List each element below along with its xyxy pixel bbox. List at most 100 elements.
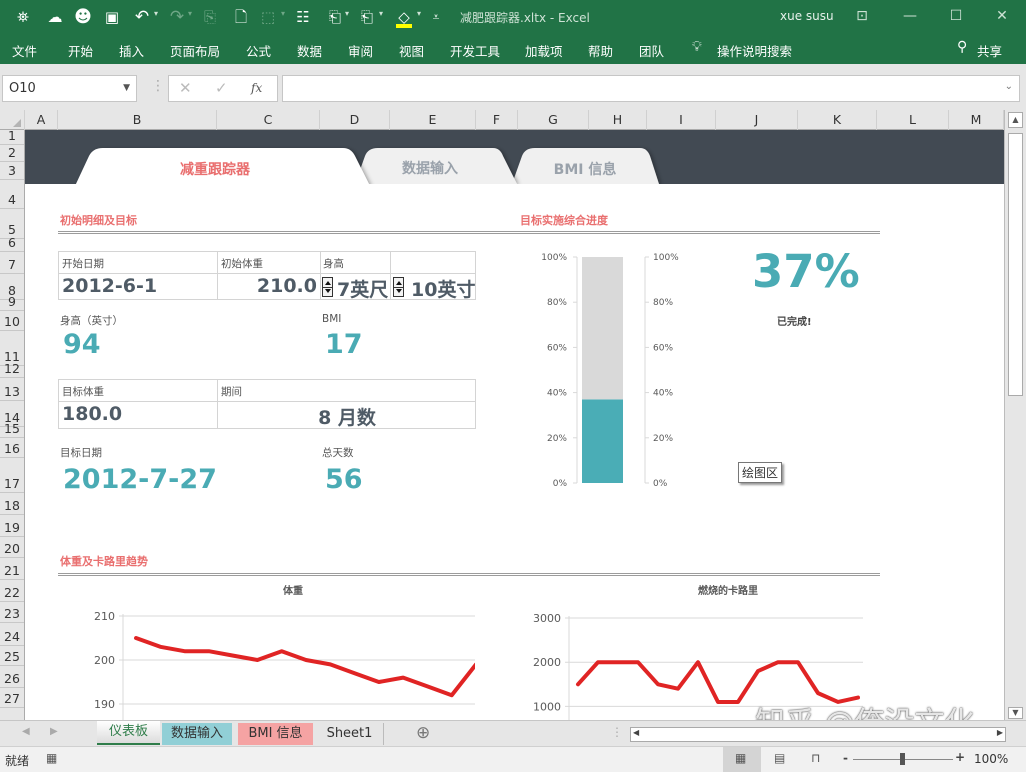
zoom-in-button[interactable]: + [955,750,965,764]
column-header-h[interactable]: H [589,110,647,130]
vertical-scrollbar[interactable]: ▲ ▼ [1004,110,1026,720]
undo-dropdown-icon[interactable]: ▾ [154,9,158,18]
scroll-right-icon[interactable]: ▶ [997,728,1003,737]
share-button[interactable]: 共享 [977,41,1002,60]
row-header-21[interactable]: 21 [0,558,24,580]
grip-icon[interactable]: ⋮ [151,78,165,94]
start-date-value[interactable]: 2012-6-1 [62,275,157,297]
minimize-button[interactable]: — [895,5,925,27]
column-header-c[interactable]: C [217,110,320,130]
row-header-23[interactable]: 23 [0,602,24,623]
tab-file[interactable]: 文件 [12,41,37,60]
customize-quick-access-icon[interactable]: ⩡ [425,6,447,28]
column-header-g[interactable]: G [518,110,589,130]
dashboard-tab-bmi[interactable]: BMI 信息 [530,159,640,179]
add-sheet-icon[interactable]: ⊕ [416,723,430,743]
zoom-level[interactable]: 100% [974,752,1008,766]
maximize-button[interactable]: ☐ [941,5,971,27]
copy-disabled-icon[interactable]: ⎘ [199,6,221,28]
row-header-27[interactable]: 27 [0,688,24,708]
sheet-tab-dashboard[interactable]: 仪表板 [97,721,160,745]
row-header-18[interactable]: 18 [0,493,24,515]
row-header-17[interactable]: 17 [0,458,24,493]
tell-me-search[interactable]: 操作说明搜索 [717,41,792,60]
column-header-b[interactable]: B [58,110,217,130]
shape-dropdown-icon[interactable]: ▾ [281,9,285,18]
row-header-26[interactable]: 26 [0,666,24,688]
splitter-grip-icon[interactable]: ⋮ [611,725,623,739]
fill-color-icon[interactable]: ◇ [393,6,415,28]
undo-icon[interactable]: ↶ [131,6,153,28]
vertical-scroll-thumb[interactable] [1008,133,1023,396]
row-header-19[interactable]: 19 [0,515,24,537]
tab-developer[interactable]: 开发工具 [450,41,500,60]
row-header-3[interactable]: 3 [0,162,24,180]
tab-add-ins[interactable]: 加载项 [525,41,563,60]
dashboard-tab-data-entry[interactable]: 数据输入 [380,158,480,178]
name-box[interactable]: O10 ▼ [2,75,137,102]
column-header-i[interactable]: I [647,110,716,130]
shape-disabled-icon[interactable]: ⬚ [257,6,279,28]
redo-icon[interactable]: ↷ [166,6,188,28]
row-header-1[interactable]: 1 [0,130,24,145]
form-icon[interactable]: ☷ [292,6,314,28]
fill-color-dropdown-icon[interactable]: ▾ [417,9,421,18]
close-button[interactable]: ✕ [987,5,1017,27]
macro-record-icon[interactable]: ▦ [46,751,57,765]
row-header-4[interactable]: 4 [0,180,24,209]
row-header-2[interactable]: 2 [0,145,24,162]
weight-chart[interactable]: 体重 190 200 210 [55,580,475,720]
sheet-tab-data-entry[interactable]: 数据输入 [162,723,232,745]
sheet-tab-bmi[interactable]: BMI 信息 [238,723,313,745]
column-header-d[interactable]: D [320,110,390,130]
page-layout-view-icon[interactable]: ▤ [774,751,785,765]
start-weight-value[interactable]: 210.0 [229,275,317,297]
insert-function-icon[interactable]: fx [251,81,262,95]
tab-team[interactable]: 团队 [639,41,664,60]
redo-dropdown-icon[interactable]: ▾ [188,9,192,18]
height-feet-spinner[interactable] [322,277,333,297]
goal-weight-value[interactable]: 180.0 [62,403,122,425]
zoom-slider-thumb[interactable] [900,753,905,765]
cancel-icon[interactable]: ✕ [179,79,192,97]
select-all-corner[interactable] [0,110,25,130]
paste-special-icon[interactable]: ⎗ [356,6,378,28]
paste-icon[interactable]: ⎗ [324,6,346,28]
column-header-m[interactable]: M [949,110,1004,130]
column-header-k[interactable]: K [798,110,877,130]
row-header-15[interactable]: 15 [0,421,24,438]
column-header-a[interactable]: A [25,110,58,130]
formula-input[interactable]: ⌄ [282,75,1020,102]
row-header-9[interactable]: 9 [0,294,24,311]
user-name[interactable]: xue susu [780,9,834,23]
row-header-12[interactable]: 12 [0,361,24,378]
tab-help[interactable]: 帮助 [588,41,613,60]
row-header-6[interactable]: 6 [0,235,24,252]
tab-insert[interactable]: 插入 [119,41,144,60]
scroll-left-icon[interactable]: ◀ [633,728,639,737]
save-icon[interactable]: ▣ [101,6,123,28]
touch-mode-icon[interactable]: ⛯ [12,6,34,28]
tab-formulas[interactable]: 公式 [246,41,271,60]
row-header-7[interactable]: 7 [0,252,24,274]
column-header-f[interactable]: F [476,110,518,130]
period-value[interactable]: 8 月数 [218,403,476,430]
tab-view[interactable]: 视图 [399,41,424,60]
column-header-e[interactable]: E [390,110,476,130]
zoom-out-button[interactable]: - [843,751,848,765]
paste-special-dropdown-icon[interactable]: ▾ [379,9,383,18]
chevron-down-icon[interactable]: ▼ [123,76,130,101]
prev-sheet-icon[interactable]: ◀ [22,726,30,737]
height-inches-spinner[interactable] [393,277,404,297]
row-header-10[interactable]: 10 [0,311,24,331]
row-header-25[interactable]: 25 [0,646,24,666]
progress-chart[interactable]: 0% 20% 40% 60% 80% 100% 0% 20% 40% 60% 80% 100% [505,245,705,495]
enter-icon[interactable]: ✓ [215,79,228,97]
sheet-tab-sheet1[interactable]: Sheet1 [316,723,384,745]
paste-dropdown-icon[interactable]: ▾ [345,9,349,18]
tab-data[interactable]: 数据 [297,41,322,60]
row-header-16[interactable]: 16 [0,438,24,458]
row-header-13[interactable]: 13 [0,378,24,401]
column-header-l[interactable]: L [877,110,949,130]
column-header-j[interactable]: J [716,110,798,130]
